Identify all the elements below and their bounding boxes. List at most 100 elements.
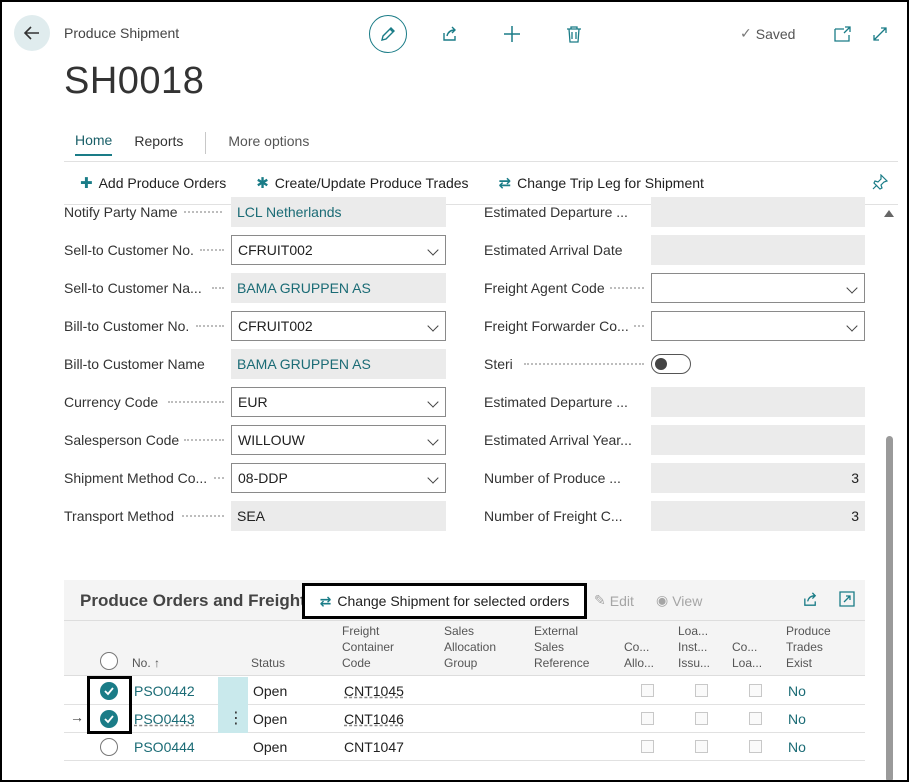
field-value[interactable]: BAMA GRUPPEN AS (231, 273, 446, 303)
action-tabs: Home Reports More options (64, 130, 331, 156)
row-no-link[interactable]: PSO0443 (134, 711, 195, 727)
share-button[interactable] (438, 22, 462, 46)
table-row[interactable]: PSO0442 Open CNT1045 No (64, 677, 865, 705)
col-freight-container-code[interactable]: Freight Container Code (342, 623, 394, 671)
field-shipment-method-code: Shipment Method Co... 08-DDP (64, 463, 446, 493)
steri-toggle[interactable] (651, 354, 691, 374)
select-all-checkbox[interactable] (100, 652, 118, 670)
col-line: Code (342, 656, 371, 670)
field-label: Shipment Method Co... (64, 470, 208, 486)
row-no-link[interactable]: PSO0442 (134, 683, 195, 699)
field-select[interactable] (651, 273, 865, 303)
chevron-down-icon (427, 396, 439, 408)
tab-more-options[interactable]: More options (228, 131, 309, 155)
row-actions-menu-icon[interactable]: ⋮ (228, 708, 244, 728)
field-label: Number of Freight C... (484, 508, 623, 524)
back-button[interactable] (14, 15, 50, 51)
add-produce-orders-button[interactable]: ✚ Add Produce Orders (80, 174, 226, 192)
share-icon (443, 26, 456, 41)
field-value[interactable]: BAMA GRUPPEN AS (231, 349, 446, 379)
row-select-checkbox[interactable] (100, 738, 118, 756)
field-select[interactable]: 08-DDP (231, 463, 446, 493)
field-value (651, 197, 865, 227)
label-dots (214, 477, 224, 479)
row-trades-exist[interactable]: No (788, 739, 806, 755)
col-sales-allocation-group[interactable]: Sales Allocation Group (444, 623, 496, 671)
col-line: Container (342, 640, 395, 654)
row-checkbox (641, 740, 654, 753)
scroll-up-arrow[interactable] (884, 210, 894, 217)
field-value: CFRUIT002 (238, 242, 313, 258)
field-value: SEA (231, 501, 446, 531)
col-line: Exist (786, 656, 813, 670)
field-label: Estimated Arrival Date (484, 242, 623, 258)
edit-mode-button[interactable] (369, 15, 407, 53)
col-status[interactable]: Status (251, 655, 285, 671)
chevron-down-icon (427, 472, 439, 484)
action-label: Create/Update Produce Trades (274, 175, 469, 191)
delete-button[interactable] (562, 22, 586, 46)
row-container-code: CNT1047 (344, 739, 404, 755)
view-line-button[interactable]: ◉ View (656, 592, 702, 609)
open-new-window-button[interactable] (831, 22, 855, 46)
field-value[interactable]: LCL Netherlands (231, 197, 446, 227)
field-freight-forwarder-code: Freight Forwarder Co... (484, 311, 865, 341)
col-line: Allo... (624, 656, 655, 670)
chevron-down-icon (427, 244, 439, 256)
field-select[interactable]: WILLOUW (231, 425, 446, 455)
tab-home[interactable]: Home (75, 130, 113, 156)
share-subpage-button[interactable] (802, 591, 819, 613)
change-shipment-button[interactable]: ⇄ Change Shipment for selected orders (302, 583, 587, 619)
field-select[interactable]: CFRUIT002 (231, 235, 446, 265)
col-line: Reference (534, 656, 590, 670)
col-co-loa[interactable]: Co... Loa... (732, 639, 762, 671)
col-co-allo[interactable]: Co... Allo... (624, 639, 654, 671)
label-dots (182, 515, 224, 517)
create-update-produce-trades-button[interactable]: ✱ Create/Update Produce Trades (256, 174, 468, 192)
table-row[interactable]: → PSO0443 Open CNT1046 No (64, 705, 865, 733)
field-estimated-departure: Estimated Departure ... (484, 197, 865, 227)
saved-label: Saved (755, 25, 796, 42)
field-number-of-freight: Number of Freight C... 3 (484, 501, 865, 531)
expand-subpage-button[interactable] (839, 591, 855, 612)
field-select[interactable] (651, 311, 865, 341)
label-dots (634, 325, 644, 327)
label-dots (168, 401, 224, 403)
col-produce-trades-exist[interactable]: Produce Trades Exist (786, 623, 831, 671)
field-select[interactable]: CFRUIT002 (231, 311, 446, 341)
field-value: WILLOUW (238, 432, 305, 448)
plus-icon: ✚ (80, 175, 93, 192)
col-external-sales-reference[interactable]: External Sales Reference (534, 623, 589, 671)
row-container-code[interactable]: CNT1045 (344, 683, 404, 699)
current-row-arrow-icon: → (70, 709, 84, 725)
field-bill-to-customer-name: Bill-to Customer Name BAMA GRUPPEN AS (64, 349, 446, 379)
table-row[interactable]: PSO0444 Open CNT1047 No (64, 733, 865, 761)
new-button[interactable] (500, 22, 524, 46)
tab-reports[interactable]: Reports (134, 131, 183, 155)
row-status: Open (253, 711, 288, 727)
col-line: Loa... (678, 624, 709, 638)
vertical-scrollbar-thumb[interactable] (886, 436, 893, 780)
field-transport-method: Transport Method SEA (64, 501, 446, 531)
field-select[interactable]: EUR (231, 387, 446, 417)
lines-grid: No. ↑ Status Freight Container Code Sale… (64, 620, 865, 780)
row-container-code[interactable]: CNT1046 (344, 711, 404, 727)
col-loa-inst-issu[interactable]: Loa... Inst... Issu... (678, 623, 710, 671)
edit-line-button[interactable]: ✎ Edit (594, 592, 634, 609)
row-no-link[interactable]: PSO0444 (134, 739, 195, 755)
action-label: Add Produce Orders (98, 175, 227, 191)
row-trades-exist[interactable]: No (788, 683, 806, 699)
field-value: CFRUIT002 (238, 318, 313, 334)
field-label: Number of Produce ... (484, 470, 621, 486)
field-notify-party-name: Notify Party Name LCL Netherlands (64, 197, 446, 227)
produce-orders-subpage: Produce Orders and Freight ⇄ Change Ship… (64, 580, 865, 780)
chevron-down-icon (846, 282, 858, 294)
saved-status: ✓ Saved (740, 25, 795, 42)
col-no[interactable]: No. ↑ (132, 655, 160, 671)
col-line: Sales (534, 640, 565, 654)
field-estimated-departure-2: Estimated Departure ... (484, 387, 865, 417)
change-trip-leg-button[interactable]: ⇄ Change Trip Leg for Shipment (499, 174, 704, 192)
expand-button[interactable] (868, 22, 892, 46)
pin-action-bar-button[interactable] (872, 173, 889, 193)
row-trades-exist[interactable]: No (788, 711, 806, 727)
